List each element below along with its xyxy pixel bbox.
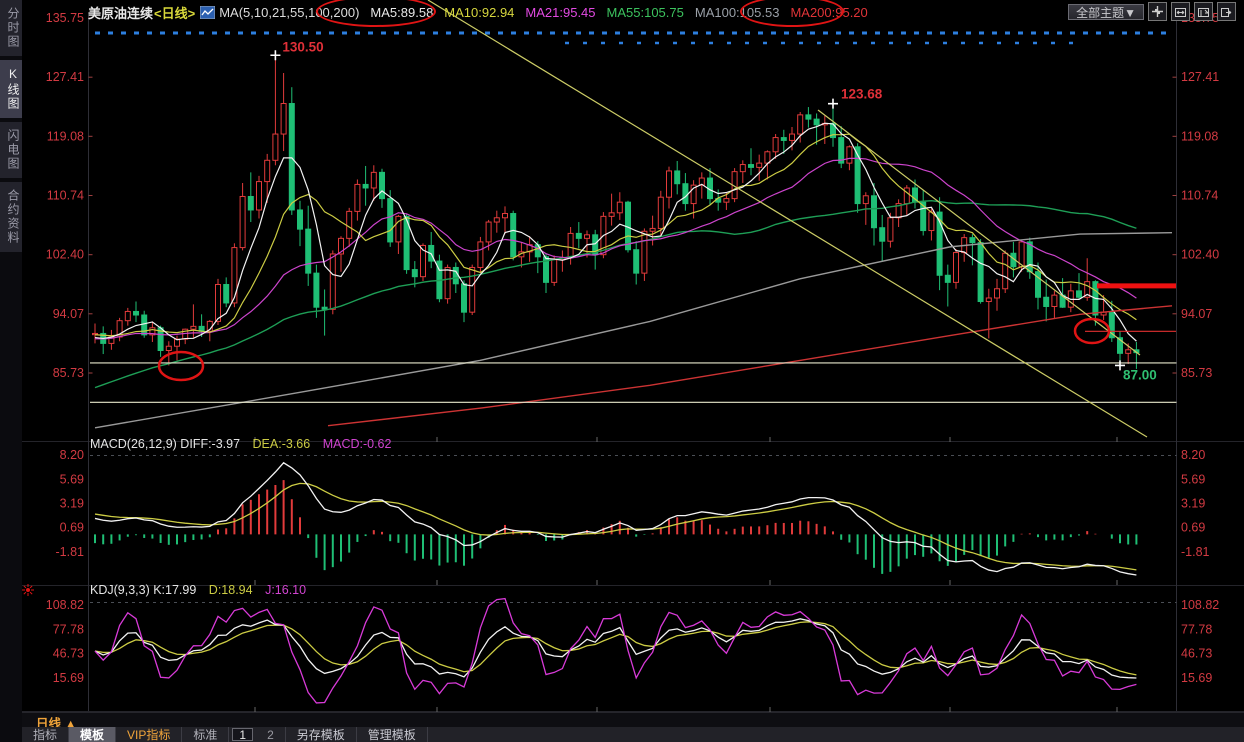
price-annotation: 87.00 bbox=[1123, 367, 1157, 382]
ma-value-1: MA10:92.94 bbox=[444, 5, 514, 20]
toolbar-tab-1[interactable]: 模板 bbox=[69, 727, 116, 742]
ma-lines-layer bbox=[95, 123, 1172, 428]
macd-dea-label: DEA:-3.66 bbox=[253, 437, 311, 451]
ma-value-4: MA100:105.53 bbox=[695, 5, 780, 20]
axis-label: 46.73 bbox=[1181, 647, 1212, 661]
macd-macd-label: MACD:-0.62 bbox=[323, 437, 392, 451]
ma-values: MA5:89.58 MA10:92.94 MA21:95.45 MA55:105.75… bbox=[359, 5, 867, 20]
toolbar-tab-7[interactable]: 管理模板 bbox=[357, 727, 428, 742]
toolbar-tab-2[interactable]: VIP指标 bbox=[116, 727, 182, 742]
ma-value-0: MA5:89.58 bbox=[370, 5, 433, 20]
toolbar-tab-5[interactable]: 2 bbox=[256, 727, 286, 742]
axis-label: 0.69 bbox=[1181, 521, 1205, 535]
indicator-settings-icon[interactable] bbox=[22, 583, 34, 601]
kdj-header: KDJ(9,3,3) K:17.99 D:18.94 J:16.10 bbox=[90, 583, 306, 597]
header-controls: 全部主题▼ bbox=[1068, 2, 1236, 21]
axis-label: 15.69 bbox=[53, 671, 84, 685]
pane-export-icon[interactable] bbox=[1217, 2, 1236, 21]
axis-label: 46.73 bbox=[53, 647, 84, 661]
axis-label: 94.07 bbox=[1181, 307, 1212, 321]
kdj-k-label: KDJ(9,3,3) K:17.99 bbox=[90, 583, 196, 597]
macd-header: MACD(26,12,9) DIFF:-3.97 DEA:-3.66 MACD:… bbox=[90, 437, 391, 451]
sidebar-tab-0[interactable]: 分时图 bbox=[0, 0, 22, 56]
fit-width-icon[interactable] bbox=[1171, 2, 1190, 21]
axis-label: 5.69 bbox=[60, 472, 84, 486]
axis-label: 135.75 bbox=[46, 11, 84, 25]
axis-label: 102.40 bbox=[46, 248, 84, 262]
price-annotation: 123.68 bbox=[841, 87, 883, 102]
kline-icon bbox=[200, 6, 215, 19]
theme-dropdown-button[interactable]: 全部主题▼ bbox=[1068, 4, 1144, 20]
axis-label: 94.07 bbox=[53, 307, 84, 321]
left-sidebar: 分时图 K线图闪电图合约资料 bbox=[0, 0, 22, 742]
axis-label: 85.73 bbox=[53, 366, 84, 380]
axis-label: 110.74 bbox=[1181, 188, 1218, 202]
axis-label: 119.08 bbox=[47, 129, 84, 143]
axis-label: 77.78 bbox=[1181, 622, 1212, 636]
axis-label: 127.41 bbox=[46, 70, 84, 84]
axis-label: 3.19 bbox=[1181, 496, 1205, 510]
fit-height-icon[interactable] bbox=[1194, 2, 1213, 21]
axis-label: 102.40 bbox=[1181, 248, 1219, 262]
ma-value-3: MA55:105.75 bbox=[607, 5, 684, 20]
axis-label: 3.19 bbox=[60, 496, 84, 510]
macd-diff-label: MACD(26,12,9) DIFF:-3.97 bbox=[90, 437, 240, 451]
instrument-title: 美原油连续 bbox=[88, 3, 153, 22]
axis-label: 108.82 bbox=[46, 598, 84, 612]
toolbar-tab-6[interactable]: 另存模板 bbox=[286, 727, 357, 742]
axis-label: 110.74 bbox=[47, 188, 84, 202]
axis-label: 108.82 bbox=[1181, 598, 1219, 612]
kdj-d-label: D:18.94 bbox=[209, 583, 253, 597]
kdj-j-label: J:16.10 bbox=[265, 583, 306, 597]
crosshair-icon[interactable] bbox=[1148, 2, 1167, 21]
axis-label: 0.69 bbox=[60, 521, 84, 535]
sidebar-tab-1[interactable]: K线图 bbox=[0, 60, 22, 118]
axis-label: 15.69 bbox=[1181, 671, 1212, 685]
axis-label: 5.69 bbox=[1181, 472, 1205, 486]
kline-app-window: { "window": { "instrument": "美原油连续", "pe… bbox=[0, 0, 1244, 742]
price-annotation: 130.50 bbox=[282, 39, 323, 54]
annotations-layer: 130.50 123.68 87.00 bbox=[90, 0, 1177, 437]
chart-header: 美原油连续 <日线> MA(5,10,21,55,100,200) MA5:89… bbox=[88, 2, 868, 22]
ma-settings-label[interactable]: MA(5,10,21,55,100,200) bbox=[219, 5, 359, 20]
sidebar-tab-3[interactable]: 合约资料 bbox=[0, 182, 22, 252]
axis-label: 8.20 bbox=[60, 448, 84, 462]
axis-label: 119.08 bbox=[1181, 129, 1218, 143]
axis-label: -1.81 bbox=[1181, 545, 1210, 559]
toolbar-tab-4[interactable]: 1 bbox=[232, 728, 253, 741]
ma-value-5: MA200:95.20 bbox=[790, 5, 867, 20]
toolbar-tab-0[interactable]: 指标 bbox=[22, 727, 69, 742]
ma-value-2: MA21:95.45 bbox=[525, 5, 595, 20]
axis-label: 127.41 bbox=[1181, 70, 1219, 84]
kline-chart-canvas[interactable]: 130.50123.6887.00135.75135.75127.41127.4… bbox=[0, 0, 1244, 742]
period-tag[interactable]: <日线> bbox=[154, 3, 195, 22]
bottom-toolbar: 指标模板VIP指标标准12另存模板管理模板 bbox=[22, 727, 1244, 742]
axis-label: -1.81 bbox=[56, 545, 85, 559]
axis-label: 77.78 bbox=[53, 622, 84, 636]
axis-label: 8.20 bbox=[1181, 448, 1205, 462]
toolbar-tab-3[interactable]: 标准 bbox=[182, 727, 229, 742]
axis-label: 85.73 bbox=[1181, 366, 1212, 380]
sidebar-tab-2[interactable]: 闪电图 bbox=[0, 122, 22, 178]
